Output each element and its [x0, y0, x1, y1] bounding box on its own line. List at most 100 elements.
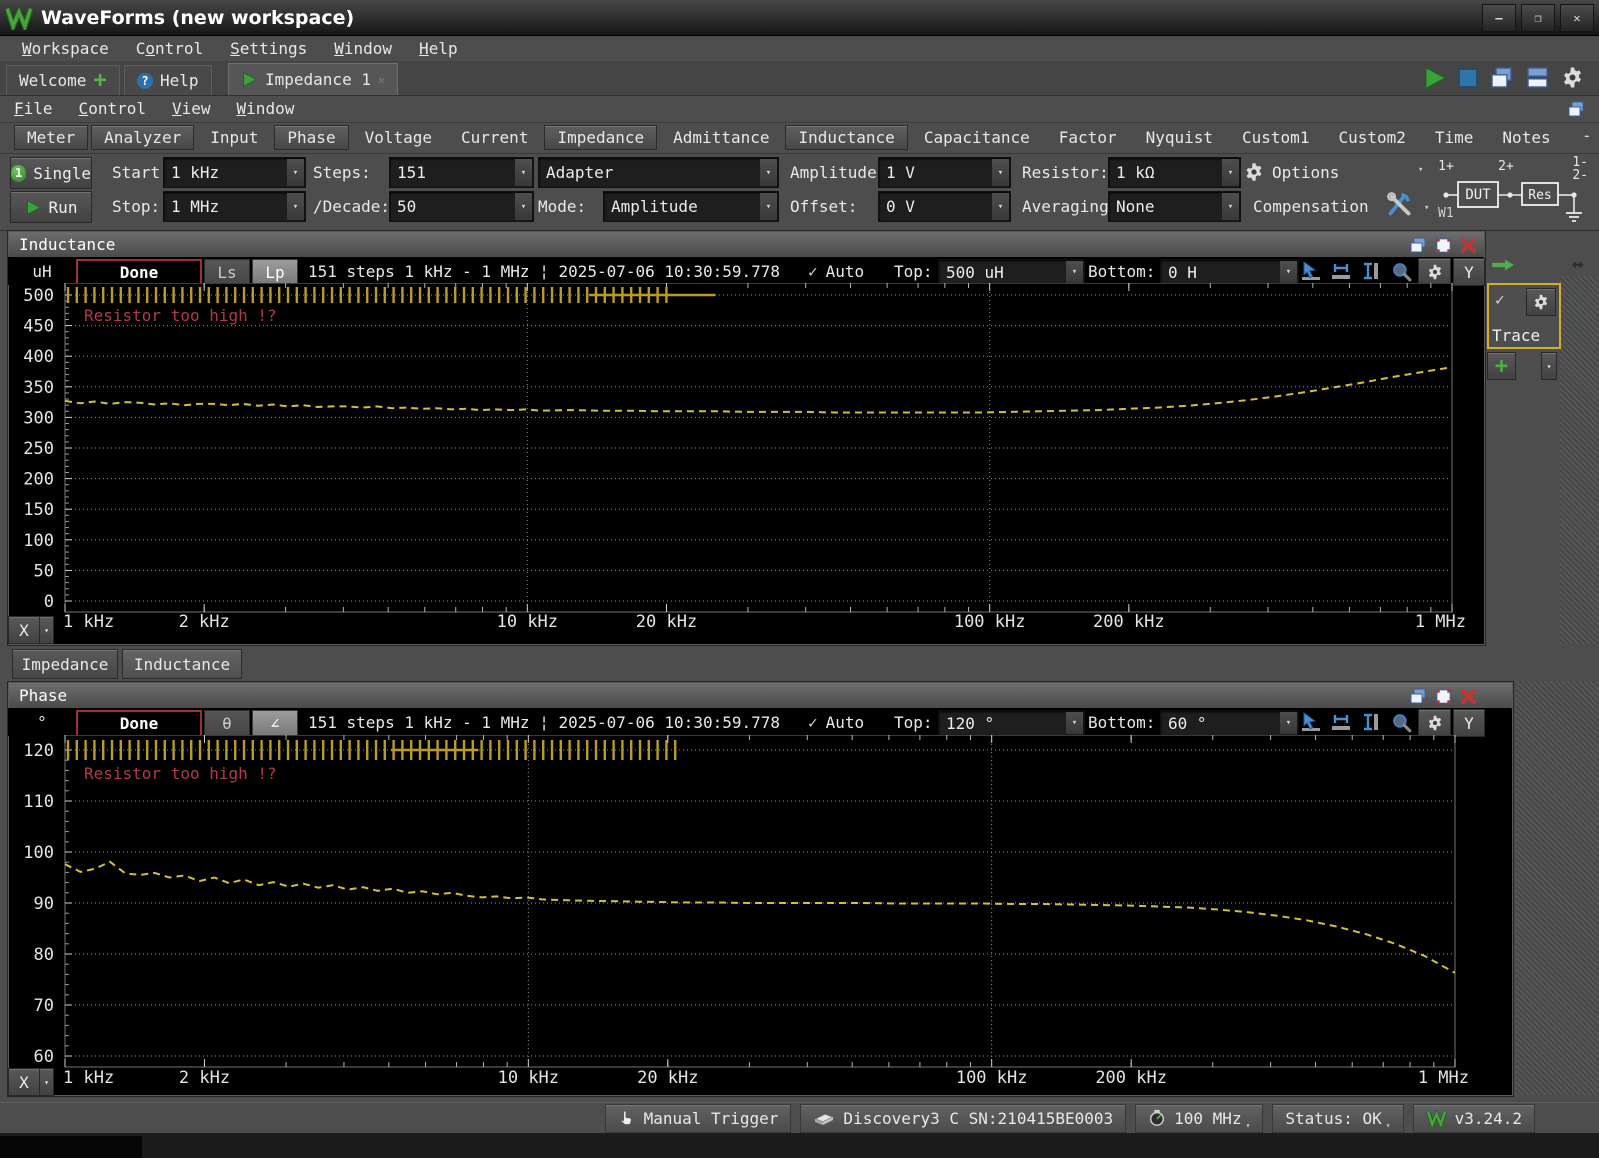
- tile-windows-icon[interactable]: [1524, 64, 1551, 91]
- tab-phase[interactable]: Phase: [274, 125, 349, 150]
- start-combo[interactable]: 1 kHz ▾: [163, 157, 306, 188]
- horizontal-cursor-icon[interactable]: [1328, 260, 1354, 282]
- mode-combo[interactable]: Amplitude ▾: [603, 191, 779, 222]
- menu-item-settings[interactable]: Settings: [230, 39, 307, 58]
- cascade-windows-icon[interactable]: [1488, 64, 1515, 91]
- restore-button[interactable]: ❐: [1521, 4, 1555, 32]
- instrument-menu-item-view[interactable]: View: [172, 99, 211, 118]
- run-all-icon[interactable]: [1422, 65, 1448, 91]
- dropdown-icon[interactable]: ▾: [760, 193, 777, 220]
- options-label[interactable]: Options: [1272, 157, 1339, 187]
- dropdown-icon[interactable]: ▾: [515, 193, 532, 220]
- lp-button[interactable]: Lp: [252, 259, 298, 285]
- vertical-cursor-icon[interactable]: [1358, 711, 1384, 733]
- add-trace-dropdown[interactable]: ▾: [1541, 352, 1557, 380]
- status-button[interactable]: Status: OK ▾: [1272, 1103, 1404, 1133]
- decade-combo[interactable]: 50 ▾: [389, 191, 534, 222]
- run-button[interactable]: Run: [10, 191, 92, 223]
- ls-button[interactable]: Ls: [204, 259, 250, 285]
- theta-button[interactable]: θ: [204, 710, 250, 736]
- tab-inductance[interactable]: Inductance: [785, 125, 908, 150]
- trace-box[interactable]: ✓ Trace: [1487, 283, 1561, 349]
- angle-button[interactable]: ∠: [252, 710, 298, 736]
- instrument-menu-item-window[interactable]: Window: [237, 99, 295, 118]
- menu-item-workspace[interactable]: Workspace: [22, 39, 109, 58]
- phase-window-titlebar[interactable]: Phase: [9, 683, 1512, 709]
- instrument-menu-item-control[interactable]: Control: [79, 99, 146, 118]
- dropdown-icon[interactable]: ▾: [515, 159, 532, 186]
- inductance-plot-settings-button[interactable]: [1418, 258, 1451, 286]
- tab-close-icon[interactable]: ✕: [378, 73, 385, 87]
- dropdown-icon[interactable]: ▾: [760, 159, 777, 186]
- phase-bottom-combo[interactable]: 60 ° ▾: [1160, 710, 1299, 736]
- options-gear-icon[interactable]: [1243, 161, 1265, 183]
- tab-capacitance[interactable]: Capacitance: [911, 125, 1043, 150]
- dropdown-icon[interactable]: ▾: [287, 159, 304, 186]
- tab-time[interactable]: Time: [1422, 125, 1487, 150]
- tab-custom1[interactable]: Custom1: [1229, 125, 1322, 150]
- options-dropdown-icon[interactable]: ▾: [1418, 165, 1423, 175]
- compensation-wrench-icon[interactable]: [1386, 191, 1413, 218]
- tab-welcome[interactable]: Welcome +: [6, 65, 120, 95]
- collapse-tabs-button[interactable]: -: [1582, 126, 1592, 145]
- manual-trigger-button[interactable]: Manual Trigger: [604, 1103, 792, 1133]
- tab-current[interactable]: Current: [448, 125, 541, 150]
- tab-help[interactable]: ? Help: [124, 65, 212, 95]
- tab-custom2[interactable]: Custom2: [1325, 125, 1418, 150]
- device-button[interactable]: Discovery3 C SN:210415BE0003: [800, 1103, 1127, 1133]
- subtab-impedance[interactable]: Impedance: [12, 649, 118, 679]
- adapter-dropdown-icon[interactable]: ▾: [1424, 203, 1429, 213]
- steps-combo[interactable]: 151 ▾: [389, 157, 534, 188]
- stop-all-icon[interactable]: [1457, 67, 1479, 89]
- dropdown-icon[interactable]: ▾: [992, 159, 1009, 186]
- menu-item-help[interactable]: Help: [419, 39, 458, 58]
- inductance-done-button[interactable]: Done: [76, 259, 202, 286]
- maximize-window-icon[interactable]: [1434, 687, 1453, 706]
- close-window-icon[interactable]: [1459, 236, 1478, 255]
- inductance-x-dropdown[interactable]: ▾: [39, 616, 54, 644]
- tab-notes[interactable]: Notes: [1489, 125, 1563, 150]
- resistor-combo[interactable]: 1 kΩ ▾: [1108, 157, 1241, 188]
- phase-top-combo[interactable]: 120 ° ▾: [938, 710, 1085, 736]
- resize-panel-icon[interactable]: ↔: [1572, 253, 1583, 275]
- dropdown-icon[interactable]: ▾: [992, 193, 1009, 220]
- close-button[interactable]: ✕: [1560, 4, 1594, 32]
- menu-item-control[interactable]: Control: [136, 39, 203, 58]
- adapter-combo[interactable]: Adapter ▾: [538, 157, 779, 188]
- collapse-panel-icon[interactable]: [1490, 258, 1516, 272]
- menu-item-window[interactable]: Window: [334, 39, 392, 58]
- tab-analyzer[interactable]: Analyzer: [91, 125, 195, 150]
- phase-x-button[interactable]: X: [8, 1068, 40, 1096]
- tab-nyquist[interactable]: Nyquist: [1133, 125, 1226, 150]
- instrument-menu-item-file[interactable]: File: [14, 99, 53, 118]
- tab-voltage[interactable]: Voltage: [352, 125, 445, 150]
- frequency-button[interactable]: 100 MHz ▾: [1135, 1103, 1264, 1133]
- subtab-inductance[interactable]: Inductance: [122, 649, 242, 679]
- vertical-cursor-icon[interactable]: [1358, 260, 1384, 282]
- phase-auto-checkbox[interactable]: ✓ Auto: [808, 708, 864, 736]
- phase-y-button[interactable]: Y: [1453, 709, 1485, 737]
- inductance-x-button[interactable]: X: [8, 616, 40, 644]
- phase-x-dropdown[interactable]: ▾: [39, 1068, 54, 1096]
- maximize-window-icon[interactable]: [1434, 236, 1453, 255]
- add-trace-button[interactable]: +: [1487, 352, 1516, 380]
- zoom-select-icon[interactable]: [1298, 260, 1324, 282]
- add-tab-icon[interactable]: +: [93, 69, 106, 91]
- offset-combo[interactable]: 0 V ▾: [878, 191, 1011, 222]
- amplitude-combo[interactable]: 1 V ▾: [878, 157, 1011, 188]
- inductance-auto-checkbox[interactable]: ✓ Auto: [808, 257, 864, 285]
- tab-admittance[interactable]: Admittance: [660, 125, 782, 150]
- magnifier-icon[interactable]: [1388, 711, 1414, 733]
- version-button[interactable]: v3.24.2: [1412, 1103, 1535, 1133]
- dropdown-icon[interactable]: ▾: [287, 193, 304, 220]
- horizontal-cursor-icon[interactable]: [1328, 711, 1354, 733]
- tab-input[interactable]: Input: [197, 125, 271, 150]
- cascade-small-icon[interactable]: [1566, 99, 1586, 119]
- inductance-y-button[interactable]: Y: [1453, 258, 1485, 286]
- close-window-icon[interactable]: [1459, 687, 1478, 706]
- single-button[interactable]: 1 Single: [10, 157, 92, 189]
- magnifier-icon[interactable]: [1388, 260, 1414, 282]
- zoom-select-icon[interactable]: [1298, 711, 1324, 733]
- compensation-label[interactable]: Compensation: [1253, 191, 1369, 221]
- trace-visible-check-icon[interactable]: ✓: [1495, 290, 1505, 309]
